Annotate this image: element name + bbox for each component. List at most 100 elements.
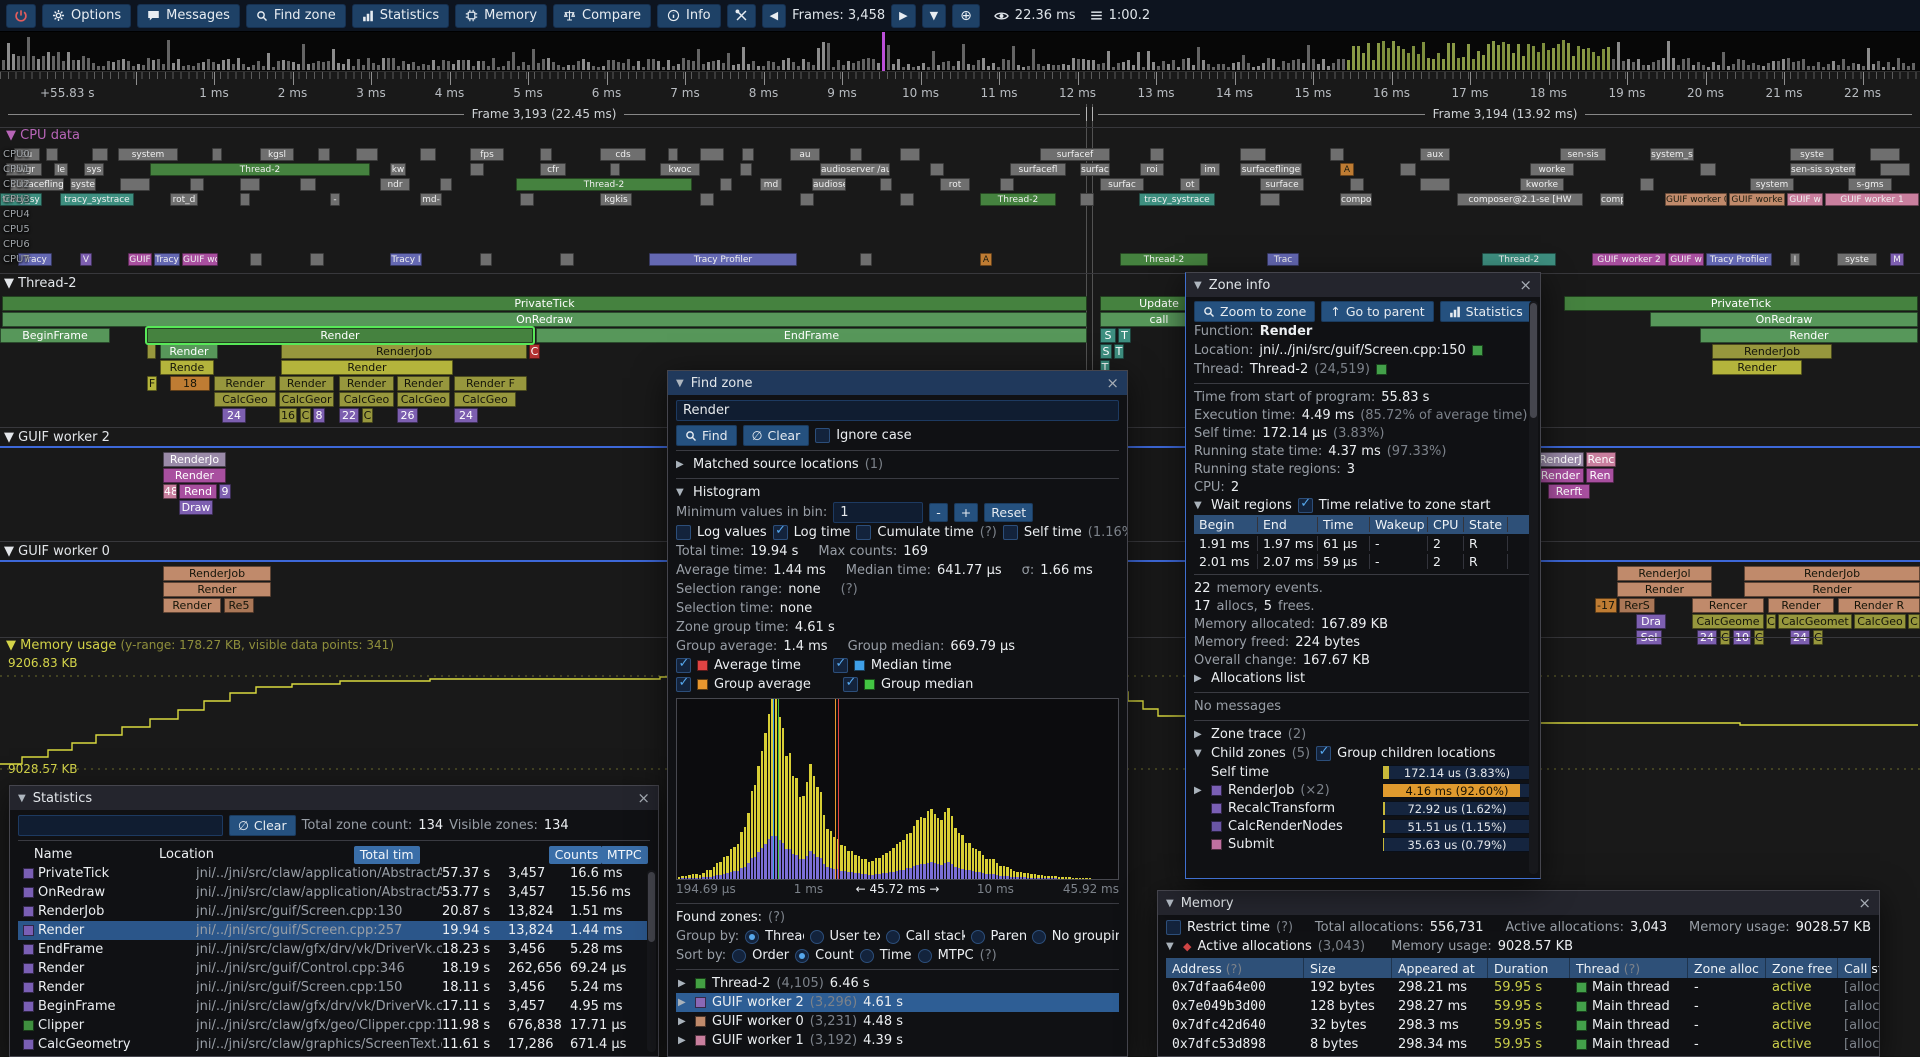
cpu-zone-segment[interactable] xyxy=(610,163,620,176)
prev-frame-button[interactable]: ◀ xyxy=(762,4,786,28)
cpu-zone-segment[interactable]: compos xyxy=(1340,193,1372,206)
timeline-zone[interactable]: RenderJob xyxy=(1744,566,1920,581)
cpu-zone-segment[interactable]: Thread-2 xyxy=(1120,253,1208,266)
child-zones-header[interactable]: ▼Child zones(5)Group children locations xyxy=(1194,744,1532,763)
statistics-row[interactable]: PrivateTickjni/../jni/src/claw/applicati… xyxy=(18,864,650,883)
next-frame-button[interactable]: ▶ xyxy=(891,4,915,28)
cpu-zone-segment[interactable]: cfr xyxy=(540,163,566,176)
cpu-zone-segment[interactable]: system xyxy=(118,148,178,161)
timeline-zone[interactable]: Render xyxy=(1617,582,1712,597)
column-header[interactable]: Counts xyxy=(549,846,601,864)
timeline-zone[interactable]: PrivateTick xyxy=(1564,296,1918,311)
timeline-zone[interactable] xyxy=(147,344,156,359)
cpu-zone-segment[interactable]: md xyxy=(760,178,782,191)
column-header-chip[interactable]: Total tim xyxy=(354,846,420,864)
address-cell[interactable]: 0x7dfc53d898 xyxy=(1166,1037,1304,1052)
series-checkbox-group-average[interactable] xyxy=(676,677,691,692)
cpu-zone-segment[interactable]: A xyxy=(1340,163,1354,176)
tree-arrow-icon[interactable]: ▶ xyxy=(676,459,687,470)
frame-set-dropdown[interactable]: ▼ xyxy=(922,4,946,28)
column-header-chip[interactable]: MTPC xyxy=(601,846,648,864)
cpu-zone-segment[interactable]: roi xyxy=(1140,163,1164,176)
cpu-zone-segment[interactable]: syste xyxy=(1790,148,1834,161)
timeline-zone[interactable]: 24 xyxy=(222,408,246,423)
cpu-zone-segment[interactable] xyxy=(190,178,204,191)
cpu-zone-segment[interactable]: V xyxy=(80,253,92,266)
timeline-zone[interactable]: Render xyxy=(1537,468,1584,483)
cpu-zone-segment[interactable] xyxy=(1700,163,1716,176)
timeline-zone[interactable]: BeginFrame xyxy=(0,328,110,343)
cpu-zone-segment[interactable]: Trac xyxy=(1267,253,1299,266)
cpu-zone-segment[interactable]: GUIF worke xyxy=(1729,193,1785,206)
timeline-zone[interactable]: Rerft xyxy=(1548,484,1590,499)
memory-allocation-row[interactable]: 0x7dfaa64e00192 bytes298.21 ms59.95 sMai… xyxy=(1166,978,1871,997)
timeline-zone[interactable]: OnRedraw xyxy=(1650,312,1918,327)
timeline-zone[interactable]: Render xyxy=(160,344,218,359)
cpu-zone-segment[interactable]: system_s xyxy=(1650,148,1694,161)
group-by-radio-thread[interactable] xyxy=(745,930,759,944)
toolbar-button-memory[interactable]: Memory xyxy=(455,4,547,28)
cpu-zone-segment[interactable] xyxy=(46,148,58,161)
timeline-zone[interactable]: 48 xyxy=(163,484,177,499)
timeline-zone[interactable]: S xyxy=(1100,328,1116,343)
timeline-zone[interactable]: Render xyxy=(1700,328,1918,343)
find-zone-search-input[interactable]: Render xyxy=(676,400,1119,421)
child-zone-row[interactable]: CalcRenderNodes51.51 us (1.15%) xyxy=(1194,817,1532,835)
timeline-zone[interactable]: Render xyxy=(279,376,334,391)
cpu-zone-segment[interactable] xyxy=(700,193,714,206)
cpu-zone-segment[interactable] xyxy=(860,253,872,266)
option-checkbox-log-values[interactable] xyxy=(676,525,691,540)
cpu-zone-segment[interactable]: Tracy Profiler xyxy=(1706,253,1772,266)
tree-arrow-icon[interactable]: ▼ xyxy=(676,487,687,498)
timeline-zone[interactable]: CalcGeor xyxy=(279,392,334,407)
timeline-zone[interactable]: CalcGeomet xyxy=(1778,614,1852,629)
cpu-zone-segment[interactable]: fps xyxy=(470,148,504,161)
found-zone-group[interactable]: ▶GUIF worker 2(3,296)4.61 s xyxy=(676,993,1119,1012)
timeline-zone[interactable]: Render xyxy=(1712,360,1802,375)
group-children-checkbox[interactable] xyxy=(1316,746,1331,761)
timeline-zone[interactable]: CalcGeome xyxy=(1692,614,1764,629)
statistics-row[interactable]: EndFramejni/../jni/src/claw/gfx/drv/vk/D… xyxy=(18,940,650,959)
option-checkbox-self-time[interactable] xyxy=(1003,525,1018,540)
cpu-zone-segment[interactable]: s-gms xyxy=(1848,178,1892,191)
timeline-zone[interactable]: Render xyxy=(1744,582,1920,597)
cpu-zone-segment[interactable]: GUIF wor xyxy=(182,253,218,266)
memory-column-header[interactable]: Zone free xyxy=(1766,958,1838,978)
cpu-zone-segment[interactable] xyxy=(300,178,316,191)
timeline-zone[interactable]: 9 xyxy=(219,484,231,499)
zone-trace[interactable]: ▶Zone trace(2) xyxy=(1194,725,1532,744)
cpu-zone-segment[interactable] xyxy=(900,148,920,161)
cpu-zone-segment[interactable]: au xyxy=(790,148,820,161)
timeline-zone[interactable]: -17 xyxy=(1595,598,1617,613)
power-button[interactable] xyxy=(6,4,36,28)
timeline-zone[interactable]: Draw xyxy=(179,500,213,515)
thread-header-guif-worker-2[interactable]: ▼ GUIF worker 2 xyxy=(4,430,110,445)
tree-arrow-icon[interactable]: ▼ xyxy=(1194,500,1205,511)
cpu-zone-segment[interactable] xyxy=(310,253,324,266)
cpu-zone-segment[interactable]: kw xyxy=(390,163,406,176)
statistics-row[interactable]: BeginFramejni/../jni/src/claw/gfx/drv/vk… xyxy=(18,997,650,1016)
statistics-row[interactable]: Renderjni/../jni/src/guif/Control.cpp:34… xyxy=(18,959,650,978)
cpu-zone-segment[interactable]: surfacefl xyxy=(1010,163,1066,176)
cpu-zone-segment[interactable]: syste xyxy=(1837,253,1877,266)
wait-region-row[interactable]: 1.91 ms1.97 ms61 μs-2R xyxy=(1194,534,1532,552)
cpu-zone-segment[interactable] xyxy=(240,178,260,191)
cpu-zone-segment[interactable] xyxy=(92,148,108,161)
close-icon[interactable]: × xyxy=(637,791,650,806)
timeline-zone[interactable]: OnRedraw xyxy=(2,312,1087,327)
collapse-icon[interactable]: ▼ xyxy=(1166,898,1174,909)
cpu-zone-segment[interactable]: aux xyxy=(1420,148,1450,161)
scrollbar[interactable] xyxy=(647,870,656,1052)
cpu-zone-segment[interactable] xyxy=(742,148,754,161)
close-icon[interactable]: × xyxy=(1858,896,1871,911)
group-by-radio-call-stacks[interactable] xyxy=(886,930,900,944)
timeline-zone[interactable]: 18 xyxy=(170,376,210,391)
cpu-zone-segment[interactable]: GUIF xyxy=(128,253,152,266)
timeline-zone[interactable]: Rende xyxy=(160,360,214,375)
cpu-zone-segment[interactable]: M xyxy=(1890,253,1904,266)
timeline-zone[interactable]: Render xyxy=(1768,598,1834,613)
column-header[interactable]: Total tim xyxy=(354,846,549,864)
timeline-zone[interactable]: RerS xyxy=(1619,598,1655,613)
cpu-zone-segment[interactable]: composer@2.1-se [HW xyxy=(1457,193,1583,206)
timeline-zone[interactable]: Render xyxy=(281,360,453,375)
